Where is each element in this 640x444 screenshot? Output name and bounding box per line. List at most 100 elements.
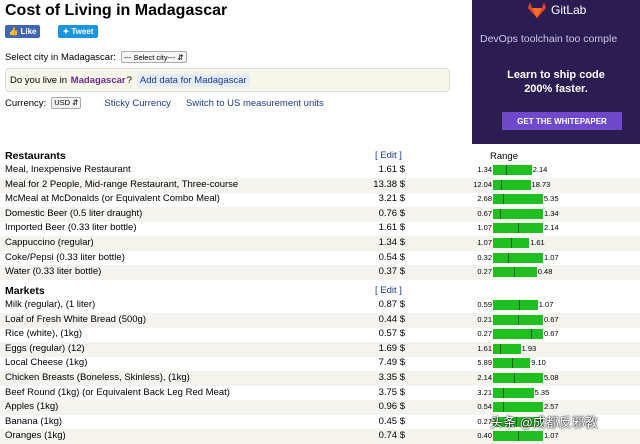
range-value-marker bbox=[511, 358, 513, 369]
item-price: 0.54 $ bbox=[378, 251, 405, 263]
range-bar bbox=[493, 402, 543, 413]
table-row: McMeal at McDonalds (or Equivalent Combo… bbox=[0, 192, 640, 207]
table-row: Meal for 2 People, Mid-range Restaurant,… bbox=[0, 177, 640, 193]
item-price: 1.61 $ bbox=[378, 164, 405, 175]
gitlab-ad-banner[interactable]: GitLab DevOps toolchain too comple Learn… bbox=[472, 0, 640, 144]
item-name: Meal, Inexpensive Restaurant bbox=[5, 164, 131, 175]
range-value-marker bbox=[513, 373, 515, 383]
range-bar bbox=[493, 387, 534, 398]
gitlab-fox-icon bbox=[528, 2, 546, 18]
range-value-marker bbox=[511, 238, 513, 248]
item-name: Oranges (1kg) bbox=[5, 430, 66, 442]
range-min: 0.21 bbox=[477, 314, 492, 324]
range-max: 5.35 bbox=[543, 194, 559, 204]
range-value-marker bbox=[500, 179, 502, 190]
range-min: 0.40 bbox=[477, 431, 492, 441]
range-bar bbox=[493, 373, 543, 383]
range-min: 0.54 bbox=[477, 402, 492, 412]
ad-subtitle: DevOps toolchain too comple bbox=[480, 33, 618, 45]
restaurants-edit-link[interactable]: [ Edit ] bbox=[375, 150, 402, 161]
currency-select-value: USD bbox=[54, 98, 71, 107]
range-heading: Range bbox=[490, 151, 518, 162]
range-max: 5.08 bbox=[544, 373, 559, 382]
markets-edit-link[interactable]: [ Edit ] bbox=[375, 285, 402, 296]
table-row: Meal, Inexpensive Restaurant 1.61 $ 1.34 2.… bbox=[0, 163, 640, 178]
range-bar bbox=[493, 329, 543, 340]
range-max: 0.67 bbox=[544, 329, 559, 339]
thumbs-up-icon: 👍 bbox=[8, 27, 19, 36]
ad-headline-line-2: 200% faster. bbox=[524, 83, 588, 95]
city-select[interactable]: --- Select city--- ⇵ bbox=[120, 51, 187, 63]
ad-cta-button[interactable]: GET THE WHITEPAPER bbox=[502, 112, 622, 130]
range-min: 1.34 bbox=[477, 165, 492, 174]
range-max: 2.14 bbox=[544, 223, 559, 233]
item-name: Apples (1kg) bbox=[5, 401, 59, 413]
add-data-link[interactable]: Add data for Madagascar bbox=[136, 73, 250, 87]
range-max: 0.48 bbox=[537, 267, 553, 277]
range-max: 2.14 bbox=[532, 165, 548, 174]
range-min: 2.14 bbox=[477, 373, 492, 382]
currency-select[interactable]: USD ⇵ bbox=[51, 97, 82, 109]
range-max: 18.73 bbox=[531, 179, 551, 189]
table-row: Domestic Beer (0.5 liter draught) 0.76 $ 0… bbox=[0, 206, 640, 222]
range-value-marker bbox=[503, 387, 505, 398]
item-name: Imported Beer (0.33 liter bottle) bbox=[5, 222, 137, 234]
range-bar bbox=[493, 179, 531, 190]
live-in-prefix: Do you live in bbox=[10, 74, 68, 86]
range-bar bbox=[493, 300, 538, 310]
range-value-marker bbox=[518, 431, 520, 442]
markets-heading: Markets bbox=[5, 285, 45, 297]
currency-row: Currency: USD ⇵ Sticky Currency Switch t… bbox=[5, 97, 324, 109]
range-max: 1.07 bbox=[544, 431, 559, 441]
city-selector-row: Select city in Madagascar: --- Select ci… bbox=[5, 51, 187, 63]
item-name: Meal for 2 People, Mid-range Restaurant,… bbox=[5, 178, 239, 190]
item-price: 13.38 $ bbox=[373, 178, 405, 190]
table-row: Loaf of Fresh White Bread (500g) 0.44 $ 0.… bbox=[0, 312, 640, 328]
range-bar bbox=[493, 267, 537, 278]
item-name: Domestic Beer (0.5 liter draught) bbox=[5, 207, 143, 219]
range-value-marker bbox=[507, 252, 509, 263]
range-min: 0.67 bbox=[477, 208, 492, 218]
item-price: 0.87 $ bbox=[378, 299, 405, 310]
range-bar bbox=[493, 165, 532, 175]
table-row: Water (0.33 liter bottle) 0.37 $ 0.27 0.48 bbox=[0, 265, 640, 281]
range-min: 0.32 bbox=[477, 252, 492, 262]
item-name: Cappuccino (regular) bbox=[5, 237, 94, 248]
sticky-currency-link[interactable]: Sticky Currency bbox=[104, 98, 171, 109]
table-row: Oranges (1kg) 0.74 $ 0.40 1.07 bbox=[0, 429, 640, 444]
currency-label: Currency: bbox=[5, 97, 47, 109]
range-value-marker bbox=[519, 300, 521, 310]
range-max: 2.57 bbox=[544, 402, 559, 412]
chevron-updown-icon: ⇵ bbox=[177, 53, 184, 62]
ad-headline-line-1: Learn to ship code bbox=[507, 69, 605, 81]
item-name: Water (0.33 liter bottle) bbox=[5, 266, 102, 278]
item-name: Milk (regular), (1 liter) bbox=[5, 299, 96, 310]
restaurants-heading: Restaurants bbox=[5, 150, 66, 162]
item-price: 0.37 $ bbox=[378, 266, 405, 278]
tweet-button[interactable]: ✦ Tweet bbox=[58, 25, 98, 38]
range-value-marker bbox=[506, 165, 508, 175]
range-max: 9.10 bbox=[531, 358, 546, 368]
range-value-marker bbox=[518, 223, 520, 234]
live-in-suffix: ? bbox=[126, 74, 132, 86]
item-price: 0.74 $ bbox=[378, 430, 405, 442]
live-in-country-box: Do you live in Madagascar? Add data for … bbox=[5, 68, 450, 92]
page-title: Cost of Living in Madagascar bbox=[5, 2, 228, 19]
range-min: 3.21 bbox=[477, 387, 492, 397]
range-min: 0.27 bbox=[477, 329, 492, 339]
table-row: Eggs (regular) (12) 1.69 $ 1.61 1.93 bbox=[0, 341, 640, 357]
item-name: Rice (white), (1kg) bbox=[5, 328, 83, 340]
item-name: Eggs (regular) (12) bbox=[5, 342, 85, 354]
country-link[interactable]: Madagascar bbox=[71, 75, 126, 86]
item-name: Chicken Breasts (Boneless, Skinless), (1… bbox=[5, 372, 190, 383]
us-units-link[interactable]: Switch to US measurement units bbox=[186, 98, 324, 109]
table-row: Imported Beer (0.33 liter bottle) 1.61 $ 1… bbox=[0, 221, 640, 236]
range-bar bbox=[493, 343, 521, 354]
item-price: 1.69 $ bbox=[378, 342, 405, 354]
tweet-label: Tweet bbox=[71, 27, 94, 36]
facebook-like-button[interactable]: 👍 Like bbox=[5, 25, 40, 38]
range-bar bbox=[493, 252, 543, 263]
range-min: 1.07 bbox=[477, 223, 492, 233]
item-name: McMeal at McDonalds (or Equivalent Combo… bbox=[5, 193, 220, 205]
item-price: 0.57 $ bbox=[378, 328, 405, 340]
